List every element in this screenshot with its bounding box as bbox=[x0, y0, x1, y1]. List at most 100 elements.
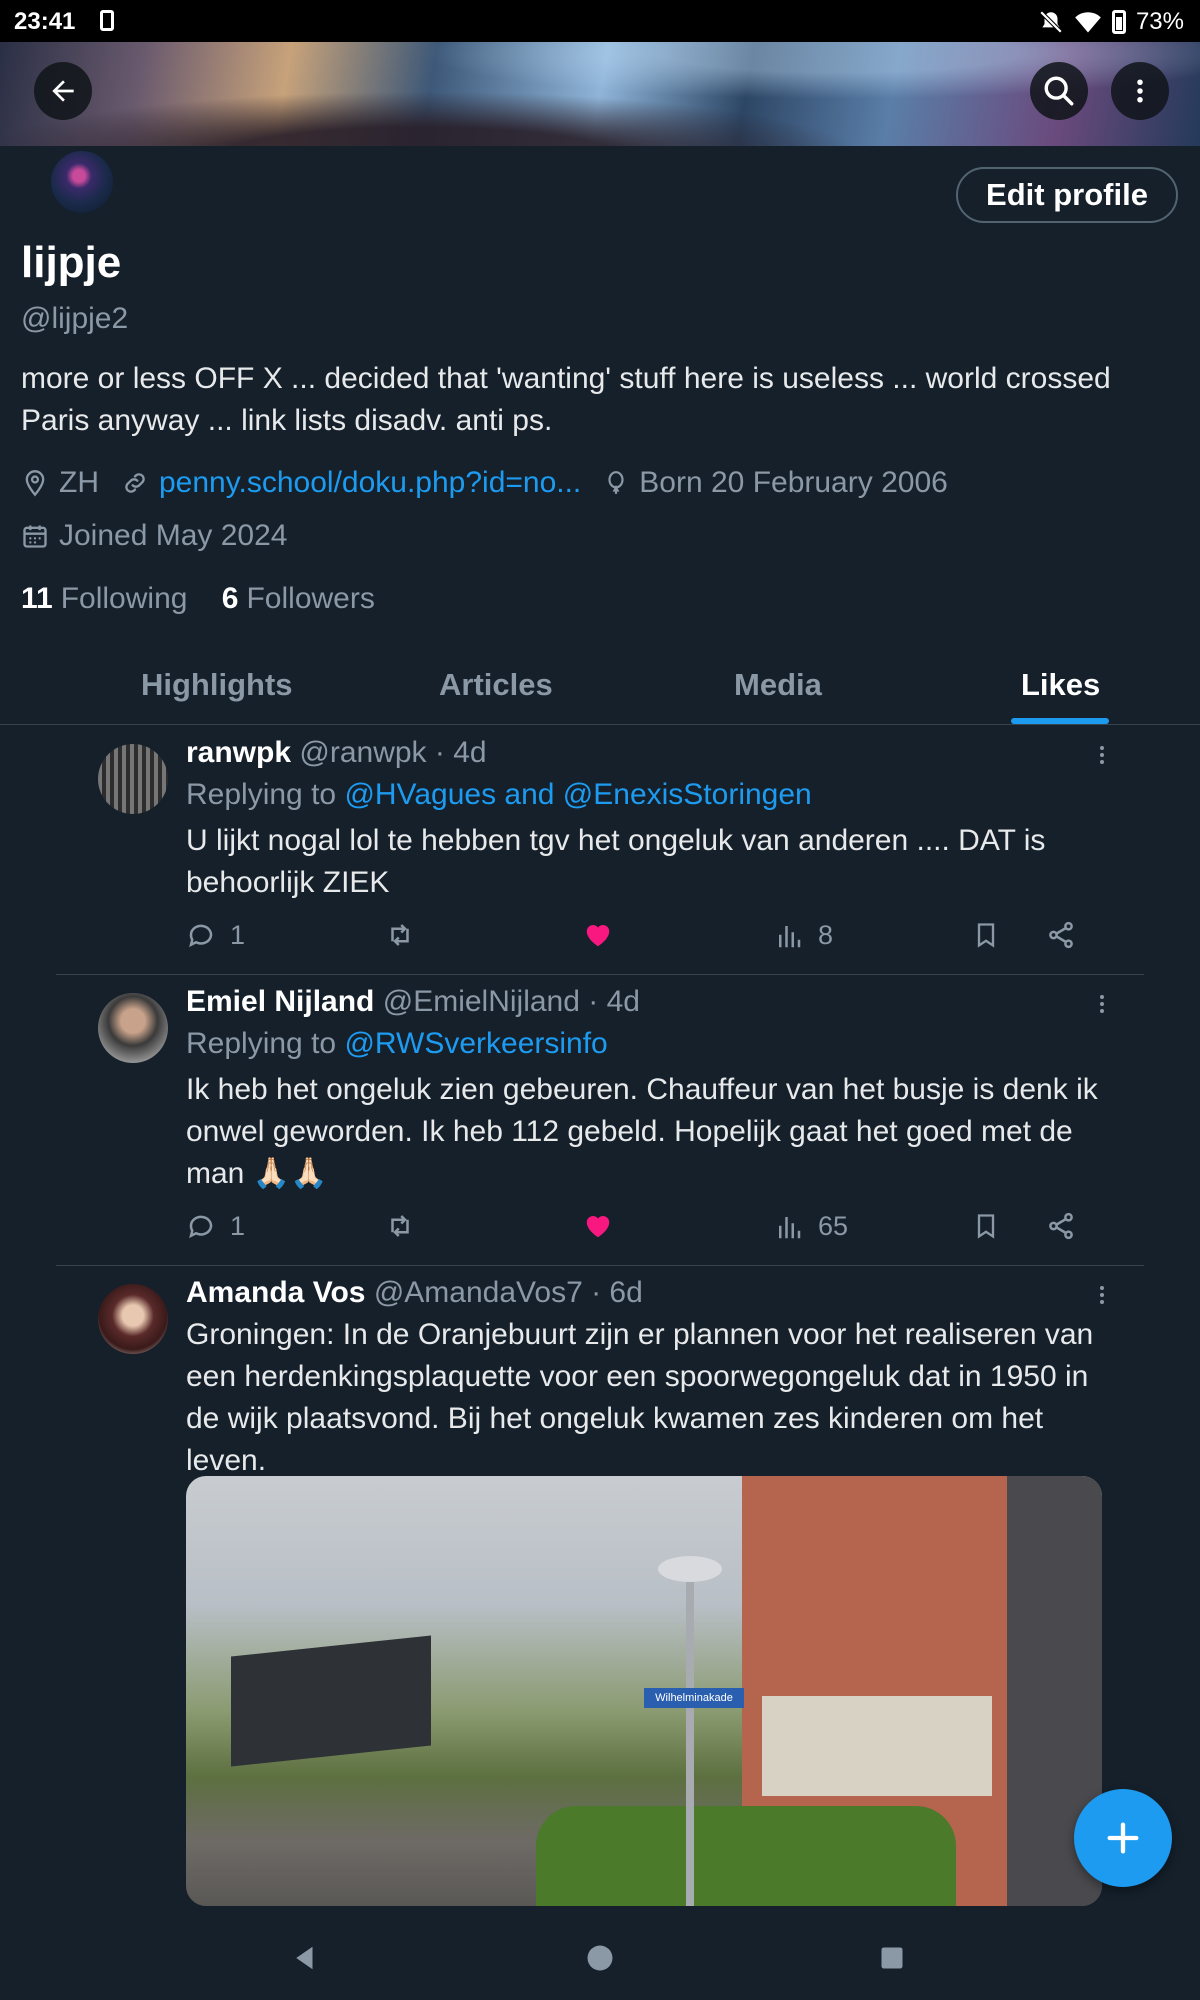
photo-hedge bbox=[536, 1806, 956, 1906]
nav-back-button[interactable] bbox=[290, 1916, 320, 2000]
photo-street-sign: Wilhelminakade bbox=[644, 1688, 744, 1708]
photo-lamp bbox=[658, 1556, 722, 1582]
tweet-more-button[interactable] bbox=[1090, 740, 1114, 775]
tweet-text: Ik heb het ongeluk zien gebeuren. Chauff… bbox=[186, 1073, 1098, 1190]
followers-link[interactable]: 6 Followers bbox=[222, 582, 375, 615]
profile-location-text: ZH bbox=[59, 466, 99, 499]
replying-prefix: Replying to bbox=[186, 778, 337, 811]
profile-joined: Joined May 2024 bbox=[21, 519, 288, 553]
back-button[interactable] bbox=[34, 62, 92, 120]
home-circle-icon bbox=[587, 1945, 613, 1971]
views-button[interactable]: 8 bbox=[774, 920, 833, 951]
tweet-time: · 4d bbox=[588, 985, 640, 1018]
retweet-button[interactable] bbox=[384, 920, 416, 950]
tab-highlights[interactable]: Highlights bbox=[141, 667, 293, 703]
replying-to-users[interactable]: @HVagues and @EnexisStoringen bbox=[344, 778, 811, 811]
following-label: Following bbox=[60, 582, 188, 615]
author-name[interactable]: Amanda Vos bbox=[186, 1276, 366, 1309]
battery-icon bbox=[1111, 10, 1126, 34]
profile-avatar[interactable] bbox=[48, 148, 116, 216]
profile-tabs: Highlights Articles Media Likes bbox=[0, 655, 1200, 725]
reply-count: 1 bbox=[230, 1211, 246, 1241]
tweet-time: · 4d bbox=[434, 736, 487, 769]
profile-display-name: lijpje bbox=[21, 238, 122, 287]
heart-filled-icon bbox=[586, 925, 610, 947]
nav-home-button[interactable] bbox=[585, 1916, 615, 2000]
tweet[interactable]: Amanda Vos @AmandaVos7 · 6d Groningen: I… bbox=[56, 1266, 1144, 1916]
reply-button[interactable]: 1 bbox=[186, 920, 245, 951]
plus-icon bbox=[1107, 1822, 1139, 1854]
photo-window bbox=[762, 1696, 992, 1796]
tweet-actions: 1 65 bbox=[186, 1211, 1106, 1251]
tweet-body: Emiel Nijland @EmielNijland · 4d Replyin… bbox=[186, 981, 1106, 1195]
edit-profile-button[interactable]: Edit profile bbox=[956, 167, 1178, 223]
replying-to: Replying to @RWSverkeersinfo bbox=[186, 1023, 1106, 1065]
tweet-body: ranwpk @ranwpk · 4d Replying to @HVagues… bbox=[186, 732, 1106, 904]
tab-media[interactable]: Media bbox=[734, 667, 822, 703]
nav-recents-button[interactable] bbox=[878, 1916, 906, 2000]
bookmark-icon bbox=[977, 1214, 995, 1239]
search-button[interactable] bbox=[1030, 62, 1088, 120]
photo-lamp-pole bbox=[686, 1571, 694, 1906]
views-icon bbox=[779, 925, 801, 947]
recents-square-icon bbox=[881, 1947, 903, 1969]
views-button[interactable]: 65 bbox=[774, 1211, 848, 1242]
tweet-more-button[interactable] bbox=[1090, 1280, 1114, 1315]
like-button[interactable] bbox=[582, 1211, 614, 1241]
reply-count: 1 bbox=[230, 920, 246, 950]
profile-website-link[interactable]: penny.school/doku.php?id=no... bbox=[159, 466, 581, 500]
calendar-icon bbox=[23, 525, 47, 548]
author-name[interactable]: Emiel Nijland bbox=[186, 985, 374, 1018]
device-icon bbox=[100, 10, 114, 31]
avatar[interactable] bbox=[98, 993, 168, 1063]
tweet[interactable]: ranwpk @ranwpk · 4d Replying to @HVagues… bbox=[56, 726, 1144, 975]
bookmark-button[interactable] bbox=[972, 920, 1000, 950]
avatar[interactable] bbox=[98, 1284, 168, 1354]
reply-icon bbox=[189, 924, 213, 947]
share-button[interactable] bbox=[1046, 1211, 1076, 1241]
back-triangle-icon bbox=[296, 1946, 313, 1970]
followers-count: 6 bbox=[221, 582, 239, 615]
reply-button[interactable]: 1 bbox=[186, 1211, 245, 1242]
tweet-body: Amanda Vos @AmandaVos7 · 6d Groningen: I… bbox=[186, 1272, 1106, 1482]
avatar[interactable] bbox=[98, 744, 168, 814]
like-button[interactable] bbox=[582, 920, 614, 950]
battery-level: 73% bbox=[1135, 8, 1184, 35]
bookmark-button[interactable] bbox=[972, 1211, 1000, 1241]
following-link[interactable]: 11 Following bbox=[21, 582, 187, 615]
more-vertical-icon bbox=[1137, 79, 1143, 103]
view-count: 8 bbox=[818, 920, 834, 950]
compose-button[interactable] bbox=[1074, 1789, 1172, 1887]
author-handle: @EmielNijland bbox=[382, 985, 580, 1018]
replying-to: Replying to @HVagues and @EnexisStoringe… bbox=[186, 774, 1106, 816]
author-name[interactable]: ranwpk bbox=[186, 736, 291, 769]
profile-meta-row: ZH penny.school/doku.php?id=no... Born 2… bbox=[21, 466, 970, 500]
link-icon bbox=[125, 473, 145, 493]
wifi-icon bbox=[1075, 12, 1101, 33]
retweet-icon bbox=[391, 924, 409, 946]
tweet-more-button[interactable] bbox=[1090, 989, 1114, 1024]
tab-likes[interactable]: Likes bbox=[1021, 667, 1100, 703]
tweet-text: U lijkt nogal lol te hebben tgv het onge… bbox=[186, 824, 1046, 899]
profile-banner bbox=[0, 42, 1200, 146]
photo-building-left bbox=[231, 1635, 431, 1767]
share-icon bbox=[1049, 1212, 1073, 1240]
following-count: 11 bbox=[21, 582, 53, 615]
profile-bio: more or less OFF X ... decided that 'wan… bbox=[21, 362, 1111, 437]
more-vertical-icon bbox=[1100, 1286, 1104, 1304]
tab-articles[interactable]: Articles bbox=[439, 667, 553, 703]
replying-to-users[interactable]: @RWSverkeersinfo bbox=[344, 1027, 607, 1060]
retweet-icon bbox=[391, 1215, 409, 1237]
views-icon bbox=[779, 1216, 801, 1238]
reply-icon bbox=[189, 1215, 213, 1238]
share-icon bbox=[1049, 921, 1073, 949]
tweet-photo[interactable]: Wilhelminakade bbox=[186, 1476, 1102, 1906]
tweet[interactable]: Emiel Nijland @EmielNijland · 4d Replyin… bbox=[56, 975, 1144, 1266]
profile-website[interactable]: penny.school/doku.php?id=no... bbox=[121, 466, 581, 500]
profile-birthday-text: Born 20 February 2006 bbox=[639, 466, 948, 499]
more-options-button[interactable] bbox=[1111, 62, 1169, 120]
more-vertical-icon bbox=[1100, 746, 1104, 764]
share-button[interactable] bbox=[1046, 920, 1076, 950]
tweet-header: ranwpk @ranwpk · 4d bbox=[186, 732, 1106, 774]
retweet-button[interactable] bbox=[384, 1211, 416, 1241]
